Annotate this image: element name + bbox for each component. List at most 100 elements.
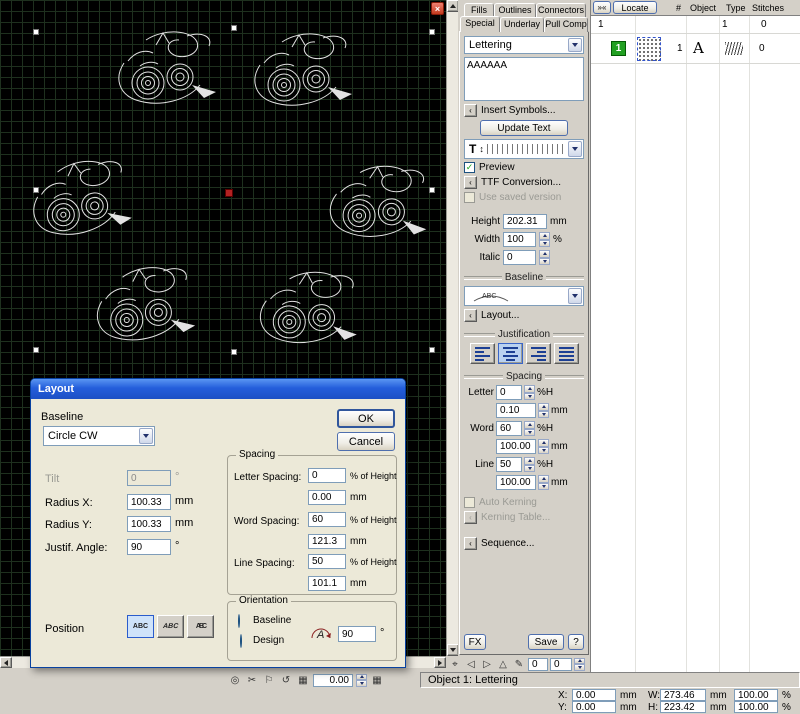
justif-angle-input[interactable]: 90	[127, 539, 171, 555]
preview-checkbox-row[interactable]: ✓ Preview	[464, 162, 584, 173]
word-mm-stepper[interactable]	[538, 439, 549, 454]
color-badge[interactable]: 1	[611, 41, 626, 56]
word-spacing-pct-input[interactable]: 60	[308, 512, 346, 527]
line-pct-stepper[interactable]	[524, 457, 535, 472]
selection-handle[interactable]	[33, 347, 39, 353]
selection-handle[interactable]	[429, 29, 435, 35]
locate-button[interactable]: Locate	[613, 1, 657, 14]
orientation-angle-input[interactable]: 90	[338, 626, 376, 642]
needle-target-icon[interactable]: ⌖	[448, 659, 462, 670]
scissors-icon[interactable]: ✂	[245, 675, 259, 686]
fx-button[interactable]: FX	[464, 634, 486, 650]
chevron-down-icon[interactable]	[568, 141, 582, 157]
preview-checkbox[interactable]: ✓	[464, 162, 475, 173]
letter-spacing-pct-input[interactable]: 0	[308, 468, 346, 483]
word-mm-input[interactable]: 100.00	[496, 439, 536, 454]
scroll-left-button[interactable]	[0, 657, 12, 668]
word-pct-stepper[interactable]	[524, 421, 535, 436]
line-spacing-pct-input[interactable]: 50	[308, 554, 346, 569]
line-mm-stepper[interactable]	[538, 475, 549, 490]
word-pct-input[interactable]: 60	[496, 421, 522, 436]
insert-symbols-expander[interactable]: ‹ Insert Symbols...	[464, 104, 584, 117]
width-stepper[interactable]	[539, 232, 550, 247]
step-back-icon[interactable]: ◁	[464, 659, 478, 670]
chevron-down-icon[interactable]	[568, 288, 582, 304]
ttf-conversion-expander[interactable]: ‹ TTF Conversion...	[464, 176, 584, 189]
stitch-position-input[interactable]: 0	[528, 658, 548, 671]
line-pct-input[interactable]: 50	[496, 457, 522, 472]
stitch-step-input[interactable]: 0	[550, 658, 572, 671]
canvas-close-button[interactable]: ×	[431, 2, 444, 15]
edit-pencil-icon[interactable]: ✎	[512, 659, 526, 670]
selection-handle[interactable]	[231, 25, 237, 31]
save-button[interactable]: Save	[528, 634, 564, 650]
column-header-num[interactable]: #	[676, 3, 681, 13]
letter-pct-input[interactable]: 0	[496, 385, 522, 400]
layout-expander[interactable]: ‹ Layout...	[464, 309, 584, 322]
selection-handle[interactable]	[429, 347, 435, 353]
cancel-button[interactable]: Cancel	[337, 432, 395, 451]
baseline-combo[interactable]: ABC	[464, 286, 584, 306]
line-spacing-mm-input[interactable]: 101.1	[308, 576, 346, 591]
help-button[interactable]: ?	[568, 634, 584, 650]
lettering-text-input[interactable]: AAAAAA	[464, 57, 584, 101]
word-spacing-mm-input[interactable]: 121.3	[308, 534, 346, 549]
grid-size-stepper[interactable]	[356, 674, 367, 687]
font-selector-combo[interactable]: T ↕	[464, 139, 584, 159]
tab-special[interactable]: Special	[460, 16, 500, 32]
chevron-down-icon[interactable]	[139, 428, 153, 444]
spin-up-icon[interactable]	[539, 232, 550, 240]
step-forward-icon[interactable]: ▷	[480, 659, 494, 670]
letter-pct-stepper[interactable]	[524, 385, 535, 400]
dialog-title-bar[interactable]: Layout	[31, 379, 405, 399]
spin-up-icon[interactable]	[539, 250, 550, 258]
spin-down-icon[interactable]	[539, 240, 550, 248]
letter-spacing-mm-input[interactable]: 0.00	[308, 490, 346, 505]
chevron-down-icon[interactable]	[568, 38, 582, 52]
column-header-object[interactable]: Object	[690, 3, 716, 13]
position-condensed-button[interactable]: ABC	[187, 615, 214, 638]
radius-y-input[interactable]: 100.33	[127, 516, 171, 532]
tab-underlay[interactable]: Underlay	[500, 17, 544, 32]
width-input[interactable]: 100	[503, 232, 536, 247]
column-header-type[interactable]: Type	[726, 3, 746, 13]
selection-handle[interactable]	[33, 187, 39, 193]
sequence-expander[interactable]: ‹ Sequence...	[464, 537, 584, 550]
baseline-type-combo[interactable]: Circle CW	[43, 426, 155, 446]
radius-x-input[interactable]: 100.33	[127, 494, 171, 510]
grid-toggle-icon[interactable]: ▦	[370, 675, 384, 686]
justify-center-button[interactable]	[498, 343, 523, 364]
orientation-baseline-radio[interactable]	[238, 614, 240, 628]
object-row[interactable]: 1 1 A 0	[591, 34, 800, 64]
justify-full-button[interactable]	[554, 343, 579, 364]
tab-connectors[interactable]: Connectors	[536, 3, 586, 18]
position-slant-button[interactable]: ABC	[157, 615, 184, 638]
italic-stepper[interactable]	[539, 250, 550, 265]
letter-mm-stepper[interactable]	[538, 403, 549, 418]
tab-pull-comp[interactable]: Pull Comp	[544, 17, 588, 32]
letter-mm-input[interactable]: 0.10	[496, 403, 536, 418]
flag-icon[interactable]: ⚐	[262, 675, 276, 686]
height-input[interactable]: 202.31	[503, 214, 547, 229]
grid-icon[interactable]: ▦	[296, 675, 310, 686]
position-baseline-button[interactable]: ABC	[127, 615, 154, 638]
undo-icon[interactable]: ↺	[279, 675, 293, 686]
column-header-stitches[interactable]: Stitches	[752, 3, 784, 13]
stitch-step-stepper[interactable]	[574, 658, 585, 671]
vertical-scrollbar[interactable]	[446, 0, 458, 656]
collapse-panel-button[interactable]: »«	[593, 1, 611, 14]
object-thumbnail[interactable]	[637, 37, 661, 61]
orientation-design-radio[interactable]	[240, 634, 242, 648]
spin-down-icon[interactable]	[539, 258, 550, 266]
line-mm-input[interactable]: 100.00	[496, 475, 536, 490]
justify-right-button[interactable]	[526, 343, 551, 364]
scroll-right-button[interactable]	[434, 657, 446, 668]
tab-outlines[interactable]: Outlines	[494, 3, 536, 18]
object-type-combo[interactable]: Lettering	[464, 36, 584, 54]
selection-handle[interactable]	[231, 349, 237, 355]
justify-left-button[interactable]	[470, 343, 495, 364]
grid-size-input[interactable]: 0.00	[313, 674, 353, 687]
ok-button[interactable]: OK	[337, 409, 395, 428]
update-text-button[interactable]: Update Text	[480, 120, 568, 136]
selection-handle[interactable]	[33, 29, 39, 35]
